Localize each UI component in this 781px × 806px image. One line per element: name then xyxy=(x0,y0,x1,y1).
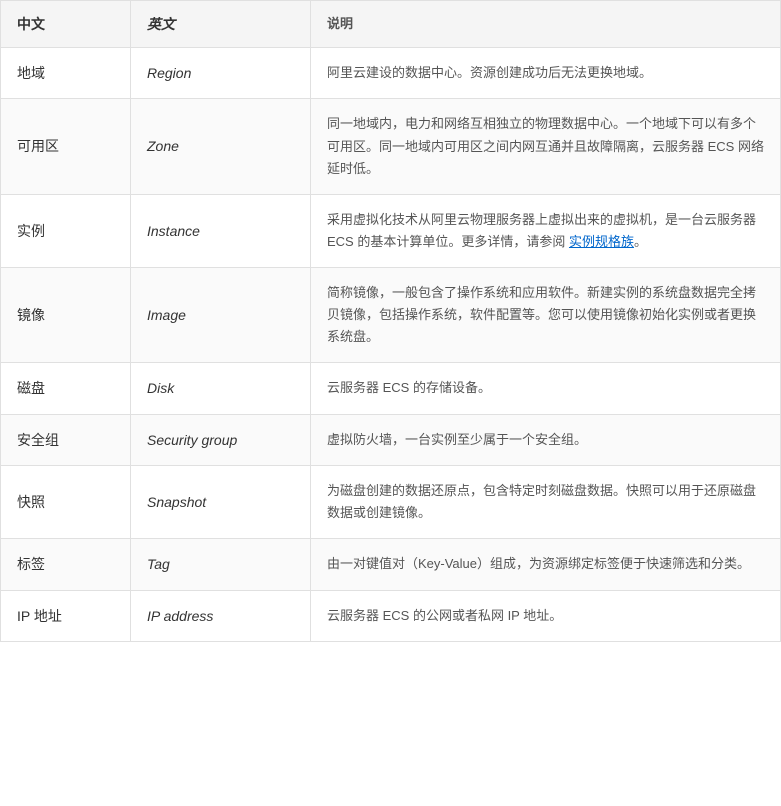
cell-description: 简称镜像，一般包含了操作系统和应用软件。新建实例的系统盘数据完全拷贝镜像，包括操… xyxy=(311,267,781,362)
cell-english: Zone xyxy=(131,99,311,194)
cell-description: 由一对键值对（Key-Value）组成，为资源绑定标签便于快速筛选和分类。 xyxy=(311,539,781,590)
header-description: 说明 xyxy=(311,1,781,48)
cell-description: 云服务器 ECS 的存储设备。 xyxy=(311,363,781,414)
instance-spec-link[interactable]: 实例规格族 xyxy=(569,234,634,249)
cell-english: Tag xyxy=(131,539,311,590)
cell-english: Instance xyxy=(131,194,311,267)
table-row: IP 地址IP address云服务器 ECS 的公网或者私网 IP 地址。 xyxy=(1,590,781,641)
table-header-row: 中文 英文 说明 xyxy=(1,1,781,48)
cell-description: 虚拟防火墙，一台实例至少属于一个安全组。 xyxy=(311,414,781,465)
cell-chinese: 可用区 xyxy=(1,99,131,194)
cell-description: 采用虚拟化技术从阿里云物理服务器上虚拟出来的虚拟机，是一台云服务器 ECS 的基… xyxy=(311,194,781,267)
table-row: 镜像Image简称镜像，一般包含了操作系统和应用软件。新建实例的系统盘数据完全拷… xyxy=(1,267,781,362)
cell-chinese: 磁盘 xyxy=(1,363,131,414)
cell-chinese: 实例 xyxy=(1,194,131,267)
cell-english: IP address xyxy=(131,590,311,641)
table-row: 实例Instance采用虚拟化技术从阿里云物理服务器上虚拟出来的虚拟机，是一台云… xyxy=(1,194,781,267)
cell-description: 为磁盘创建的数据还原点，包含特定时刻磁盘数据。快照可以用于还原磁盘数据或创建镜像… xyxy=(311,466,781,539)
cell-chinese: 快照 xyxy=(1,466,131,539)
glossary-table-container: 中文 英文 说明 地域Region阿里云建设的数据中心。资源创建成功后无法更换地… xyxy=(0,0,781,642)
table-row: 可用区Zone同一地域内，电力和网络互相独立的物理数据中心。一个地域下可以有多个… xyxy=(1,99,781,194)
cell-chinese: 标签 xyxy=(1,539,131,590)
cell-english: Security group xyxy=(131,414,311,465)
cell-chinese: 安全组 xyxy=(1,414,131,465)
cell-chinese: 地域 xyxy=(1,48,131,99)
table-row: 磁盘Disk云服务器 ECS 的存储设备。 xyxy=(1,363,781,414)
cell-chinese: IP 地址 xyxy=(1,590,131,641)
header-chinese: 中文 xyxy=(1,1,131,48)
table-row: 地域Region阿里云建设的数据中心。资源创建成功后无法更换地域。 xyxy=(1,48,781,99)
cell-english: Snapshot xyxy=(131,466,311,539)
table-row: 标签Tag由一对键值对（Key-Value）组成，为资源绑定标签便于快速筛选和分… xyxy=(1,539,781,590)
table-row: 安全组Security group虚拟防火墙，一台实例至少属于一个安全组。 xyxy=(1,414,781,465)
cell-english: Disk xyxy=(131,363,311,414)
cell-english: Region xyxy=(131,48,311,99)
table-row: 快照Snapshot为磁盘创建的数据还原点，包含特定时刻磁盘数据。快照可以用于还… xyxy=(1,466,781,539)
cell-chinese: 镜像 xyxy=(1,267,131,362)
glossary-table: 中文 英文 说明 地域Region阿里云建设的数据中心。资源创建成功后无法更换地… xyxy=(0,0,781,642)
header-english: 英文 xyxy=(131,1,311,48)
cell-description: 云服务器 ECS 的公网或者私网 IP 地址。 xyxy=(311,590,781,641)
cell-english: Image xyxy=(131,267,311,362)
cell-description: 阿里云建设的数据中心。资源创建成功后无法更换地域。 xyxy=(311,48,781,99)
cell-description: 同一地域内，电力和网络互相独立的物理数据中心。一个地域下可以有多个可用区。同一地… xyxy=(311,99,781,194)
